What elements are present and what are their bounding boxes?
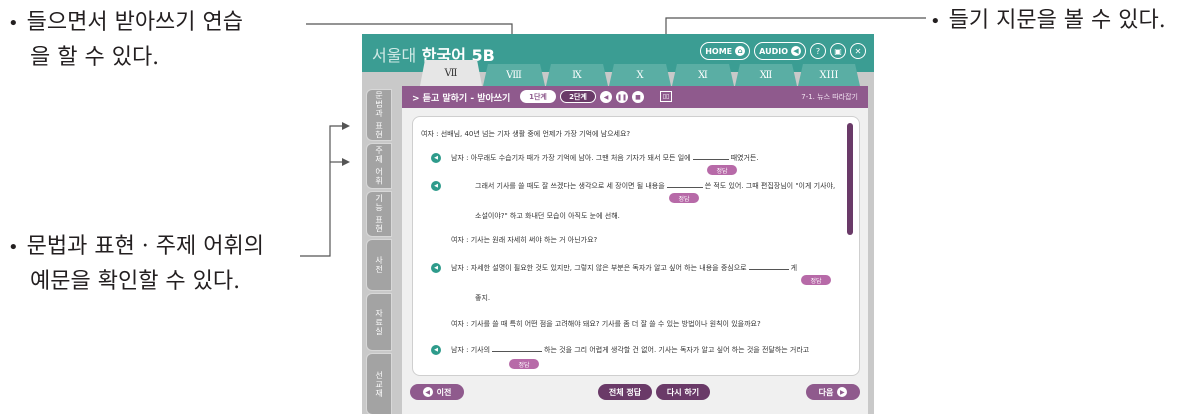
side-tab-dictionary[interactable]: 사전: [366, 239, 392, 291]
callout-script: • 들기 지문을 볼 수 있다.: [930, 4, 1166, 39]
transcript-area: 여자 : 선배님, 40년 넘는 기자 생활 중에 언제가 가장 기억에 남으세…: [412, 116, 860, 376]
prev-label: 이전: [436, 387, 452, 397]
arrow-side-2: [342, 158, 350, 166]
answer-button[interactable]: 정답: [707, 165, 737, 175]
callout-examples: • 문법과 표현 · 주제 어휘의 예문을 확인할 수 있다.: [8, 230, 264, 299]
step1-button[interactable]: 1단계: [520, 90, 556, 103]
side-tab-resources[interactable]: 자료실: [366, 293, 392, 351]
home-label: HOME: [705, 46, 733, 56]
all-answers-button[interactable]: 전체 정답: [598, 384, 652, 400]
transcript-line: 소설이야?" 하고 화내던 모습이 아직도 눈에 선해.: [475, 212, 620, 220]
answer-button[interactable]: 정답: [801, 275, 831, 285]
tab-chapter-10[interactable]: Ⅹ: [609, 64, 671, 86]
bullet: •: [8, 237, 19, 258]
side-tab-expressions[interactable]: 기능 표현: [366, 191, 392, 237]
window-button[interactable]: ▣: [830, 43, 846, 59]
home-button[interactable]: HOME ⌂: [700, 42, 751, 60]
sub-bar: > 듣고 말하기 - 받아쓰기 1단계 2단계 ◀ ❚❚ ■ ▯▯ 7-1. 뉴…: [402, 86, 868, 108]
speaker-icon[interactable]: ◀: [600, 91, 612, 103]
transcript-line: 남자 : 기사의 하는 것을 그리 어렵게 생각할 건 없어. 기사는 독자가 알…: [451, 346, 810, 354]
speaker-icon[interactable]: ◀: [431, 181, 441, 191]
pause-icon[interactable]: ❚❚: [616, 91, 628, 103]
transcript-line: 좋지.: [475, 294, 491, 302]
section-title: > 듣고 말하기 - 받아쓰기: [412, 94, 511, 104]
connector-side-tabs: [300, 125, 342, 257]
step2-button[interactable]: 2단계: [560, 90, 596, 103]
prev-button[interactable]: ◀ 이전: [410, 384, 464, 400]
transcript-line: 여자 : 기사는 원래 자세히 써야 하는 거 아닌가요?: [451, 236, 598, 244]
speaker-icon[interactable]: ◀: [431, 263, 441, 273]
retry-label: 다시 하기: [666, 387, 700, 397]
next-label: 다음: [818, 387, 834, 397]
audio-label: AUDIO: [759, 46, 788, 56]
home-icon: ⌂: [735, 46, 746, 56]
app-title-publisher: 서울대: [372, 46, 417, 65]
tab-chapter-11[interactable]: Ⅺ: [672, 64, 734, 86]
answer-button[interactable]: 정답: [509, 359, 539, 369]
dictation-blank[interactable]: [748, 269, 789, 270]
transcript-line: 그래서 기사를 쓸 때도 잘 쓰겠다는 생각으로 세 장이면 될 내용을 쓴 적도…: [475, 182, 836, 190]
retry-button[interactable]: 다시 하기: [656, 384, 710, 400]
bottom-bar: ◀ 이전 전체 정답 다시 하기 다음 ▶: [402, 382, 868, 404]
callout-dictation-line2: 을 할 수 있다.: [30, 45, 160, 70]
arrow-side-1: [342, 122, 350, 130]
dictation-blank[interactable]: [666, 187, 703, 188]
callout-examples-line1: 문법과 표현 · 주제 어휘의: [26, 234, 264, 259]
side-tabs: 문법과 표현 주제 어휘 기능 표현 사전 자료실 선교재: [366, 89, 392, 414]
bullet: •: [8, 13, 19, 34]
tab-chapter-8[interactable]: Ⅷ: [483, 64, 545, 86]
scrollbar[interactable]: [847, 123, 853, 235]
script-book-icon[interactable]: ▯▯: [660, 91, 672, 102]
close-icon: ✕: [854, 46, 862, 56]
next-button[interactable]: 다음 ▶: [806, 384, 860, 400]
bullet: •: [930, 11, 941, 32]
top-buttons: HOME ⌂ AUDIO ◀ ? ▣ ✕: [700, 42, 866, 60]
stop-icon[interactable]: ■: [632, 91, 644, 103]
lesson-label: 7-1. 뉴스 따라잡기: [801, 93, 858, 101]
tab-chapter-12[interactable]: Ⅻ: [735, 64, 797, 86]
prev-icon: ◀: [422, 387, 433, 397]
chapter-tabs: Ⅶ Ⅷ Ⅸ Ⅹ Ⅺ Ⅻ XIII: [420, 60, 861, 86]
all-answers-label: 전체 정답: [608, 387, 642, 397]
speaker-icon: ◀: [791, 46, 801, 56]
side-tab-materials[interactable]: 선교재: [366, 353, 392, 414]
side-tab-grammar[interactable]: 문법과 표현: [366, 89, 392, 141]
dictation-blank[interactable]: [492, 351, 543, 352]
transcript-line: 여자 : 기사를 쓸 때 특히 어떤 점을 고려해야 돼요? 기사를 좀 더 잘…: [451, 320, 761, 328]
speaker-icon[interactable]: ◀: [431, 345, 441, 355]
side-tab-vocabulary[interactable]: 주제 어휘: [366, 143, 392, 189]
question-icon: ?: [815, 46, 821, 56]
transcript-line: 남자 : 자세한 설명이 필요한 것도 있지만, 그렇지 않은 부분은 독자가 …: [451, 264, 798, 272]
lesson-panel: > 듣고 말하기 - 받아쓰기 1단계 2단계 ◀ ❚❚ ■ ▯▯ 7-1. 뉴…: [402, 86, 868, 414]
window-icon: ▣: [834, 46, 842, 56]
transcript-line: 남자 : 아무래도 수습기자 때가 가장 기억에 남아. 그땐 처음 기자가 돼…: [451, 154, 759, 162]
speaker-icon[interactable]: ◀: [431, 153, 441, 163]
answer-button[interactable]: 정답: [669, 193, 699, 203]
app-window: 서울대 한국어 5B HOME ⌂ AUDIO ◀ ? ▣ ✕ Ⅶ Ⅷ Ⅸ Ⅹ Ⅺ …: [362, 34, 874, 414]
audio-button[interactable]: AUDIO ◀: [754, 42, 806, 60]
transcript-line: 여자 : 선배님, 40년 넘는 기자 생활 중에 언제가 가장 기억에 남으세…: [421, 130, 631, 138]
callout-dictation: • 들으면서 받아쓰기 연습 을 할 수 있다.: [8, 6, 243, 75]
tab-chapter-7[interactable]: Ⅶ: [420, 60, 482, 86]
callout-script-text: 들기 지문을 볼 수 있다.: [948, 8, 1166, 33]
close-button[interactable]: ✕: [850, 43, 866, 59]
dictation-blank[interactable]: [692, 159, 729, 160]
callout-examples-line2: 예문을 확인할 수 있다.: [30, 269, 241, 294]
help-button[interactable]: ?: [810, 43, 826, 59]
tab-chapter-9[interactable]: Ⅸ: [546, 64, 608, 86]
next-icon: ▶: [837, 387, 848, 397]
callout-dictation-line1: 들으면서 받아쓰기 연습: [26, 10, 244, 35]
tab-chapter-13[interactable]: XIII: [798, 64, 860, 86]
